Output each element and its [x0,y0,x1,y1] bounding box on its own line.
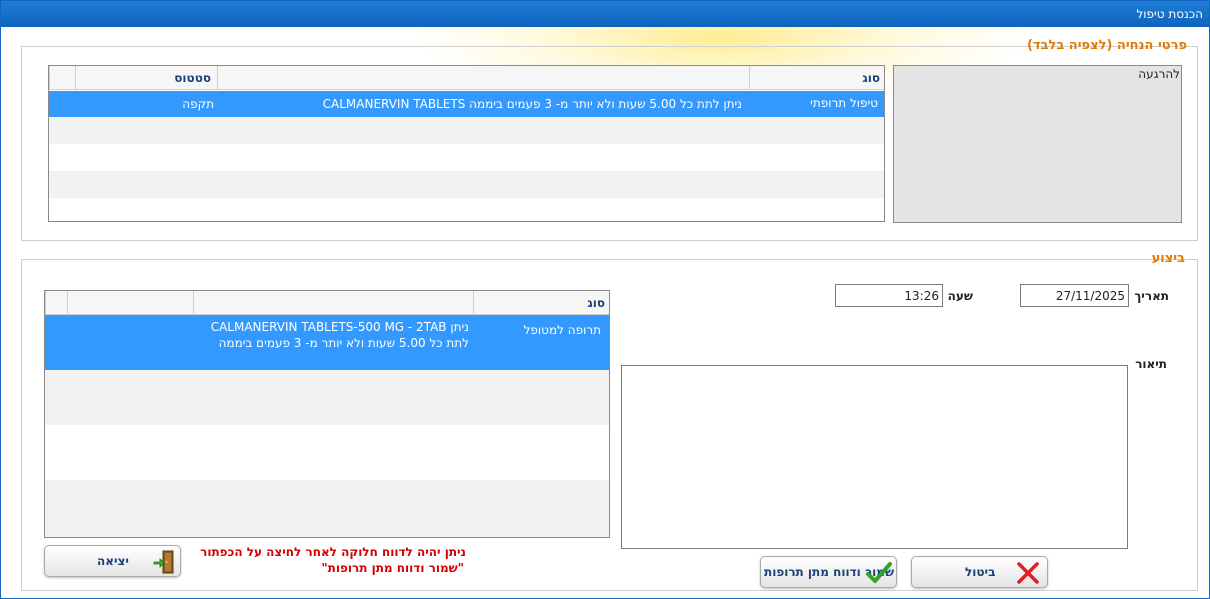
checkmark-icon [866,562,892,583]
row-description-line2: לתת כל 5.00 שעות ולא יותר מ- 3 פעמים בימ… [218,336,469,350]
cancel-button-label: ביטול [965,565,996,579]
row-description: ניתן לתת כל 5.00 שעות ולא יותר מ- 3 פעמי… [322,97,742,111]
row-type: טיפול תרופתי [810,96,878,110]
cancel-button[interactable]: ביטול [911,556,1048,588]
window-title: הכנסת טיפול [1136,7,1203,21]
medication-grid-header: סוג [45,291,609,315]
note-line-1: ניתן יהיה לדווח חלוקה לאחר לחיצה על הכפת… [200,545,466,559]
medication-grid[interactable]: סוג תרופה למטופל ניתן CALMANERVIN TABLET… [44,290,610,538]
instructions-grid[interactable]: סוג סטטוס טיפול תרופתי ניתן לתת כל 5.00 … [48,65,885,222]
row-status: תקפה [182,97,214,111]
column-header-type[interactable]: סוג [749,66,884,89]
save-report-note: ניתן יהיה לדווח חלוקה לאחר לחיצה על הכפת… [200,544,466,576]
column-header-status[interactable]: סטטוס [75,66,217,89]
exit-button-label: יציאה [97,554,129,568]
save-report-button[interactable]: שמור ודווח מתן תרופות [760,556,897,588]
instructions-legend: פרטי הנחיה (לצפיה בלבד) [1026,38,1187,53]
table-row-empty [49,144,884,171]
column-header-status[interactable] [67,291,193,314]
close-icon [1017,562,1039,584]
table-row-empty [45,425,609,480]
column-header-empty[interactable] [49,66,75,89]
window-content: פרטי הנחיה (לצפיה בלבד) סוג סטטוס טיפול … [1,27,1209,598]
column-header-description[interactable] [193,291,473,314]
time-label: שעה [947,289,973,303]
column-header-empty[interactable] [45,291,67,314]
title-bar: הכנסת טיפול [1,1,1209,27]
table-row[interactable]: טיפול תרופתי ניתן לתת כל 5.00 שעות ולא י… [49,91,884,117]
note-line-2: "שמור ודווח מתן תרופות" [321,561,464,575]
description-textarea[interactable] [621,365,1128,549]
table-row-empty [49,117,884,144]
table-row-empty [49,171,884,198]
execution-legend: ביצוע [1151,251,1185,266]
treatment-entry-window: הכנסת טיפול פרטי הנחיה (לצפיה בלבד) סוג … [0,0,1210,599]
door-exit-icon [153,550,174,574]
date-input[interactable]: 27/11/2025 [1020,284,1129,307]
row-description-line1: ניתן CALMANERVIN TABLETS-500 MG - 2TAB [210,320,469,334]
date-label: תאריך [1134,289,1169,303]
exit-button[interactable]: יציאה [44,545,181,577]
instructions-grid-header: סוג סטטוס [49,66,884,90]
table-row-empty [49,198,884,221]
table-row[interactable]: תרופה למטופל ניתן CALMANERVIN TABLETS-50… [45,315,609,370]
column-header-description[interactable] [217,66,749,89]
column-header-type[interactable]: סוג [473,291,609,314]
instruction-text-box: להרגעה [893,65,1182,223]
description-label: תיאור [1135,357,1167,371]
instruction-text: להרגעה [1138,67,1180,81]
time-input[interactable]: 13:26 [835,284,943,307]
table-row-empty [45,370,609,425]
row-type: תרופה למטופל [523,323,601,337]
table-row-empty [45,480,609,537]
